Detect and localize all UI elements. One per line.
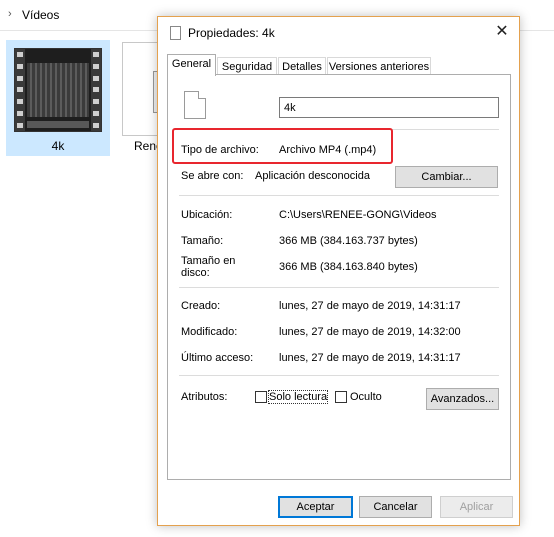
created-value: lunes, 27 de mayo de 2019, 14:31:17 [279,300,461,312]
attributes-label: Atributos: [181,391,228,403]
document-thumbnail[interactable] [122,42,163,136]
properties-dialog: Propiedades: 4k ✕ General Seguridad Deta… [157,16,520,526]
size-on-disk-value: 366 MB (384.163.840 bytes) [279,261,418,273]
cancel-button[interactable]: Cancelar [359,496,432,518]
size-on-disk-label-2: disco: [181,267,210,279]
type-label: Tipo de archivo: [181,144,259,156]
opens-with-label: Se abre con: [181,170,244,182]
breadcrumb-videos[interactable]: Vídeos [22,8,59,22]
file-icon [170,26,181,40]
tab-general[interactable]: General [167,54,216,76]
document-icon [184,91,206,119]
divider [179,195,499,196]
apply-button[interactable]: Aplicar [440,496,513,518]
readonly-checkbox[interactable] [255,391,267,403]
divider [179,287,499,288]
change-button[interactable]: Cambiar... [395,166,498,188]
file-name-4k[interactable]: 4k [6,139,110,153]
file-name-input[interactable] [279,97,499,118]
location-value: C:\Users\RENEE-GONG\Videos [279,209,437,221]
ok-button[interactable]: Aceptar [278,496,353,518]
location-label: Ubicación: [181,209,233,221]
hidden-checkbox[interactable] [335,391,347,403]
type-value: Archivo MP4 (.mp4) [279,144,377,156]
readonly-label[interactable]: Solo lectura [267,390,329,404]
dialog-title: Propiedades: 4k [188,26,275,40]
modified-value: lunes, 27 de mayo de 2019, 14:32:00 [279,326,461,338]
video-thumbnail[interactable] [14,48,102,132]
size-on-disk-label-1: Tamaño en [181,255,236,267]
accessed-value: lunes, 27 de mayo de 2019, 14:31:17 [279,352,461,364]
opens-with-value: Aplicación desconocida [255,170,370,182]
modified-label: Modificado: [181,326,238,338]
divider [179,375,499,376]
hidden-label[interactable]: Oculto [350,391,382,403]
size-value: 366 MB (384.163.737 bytes) [279,235,418,247]
size-label: Tamaño: [181,235,224,247]
advanced-button[interactable]: Avanzados... [426,388,499,410]
created-label: Creado: [181,300,221,312]
close-icon[interactable]: ✕ [493,23,511,41]
chevron-right-icon[interactable]: › [8,8,12,20]
accessed-label: Último acceso: [181,352,254,364]
